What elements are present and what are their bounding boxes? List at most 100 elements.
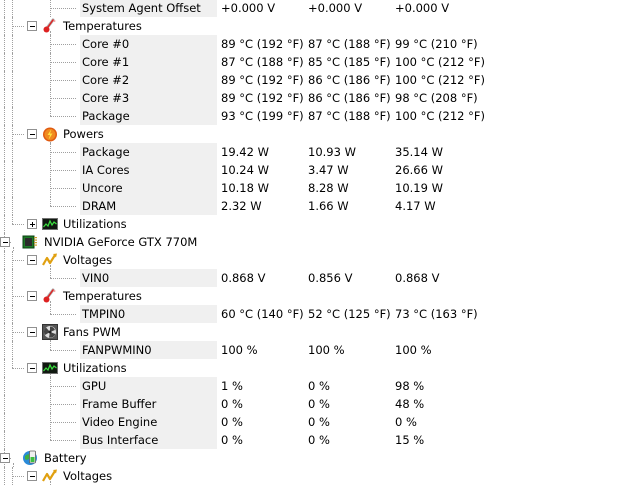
power-icon — [42, 126, 58, 142]
minimum-value: 3.47 W — [308, 163, 349, 177]
sensor-label: Video Engine — [82, 415, 158, 429]
sensor-row[interactable]: System Agent Offset +0.000 V +0.000 V +0.00… — [0, 0, 637, 17]
tree-guide-line — [50, 314, 76, 315]
maximum-value: 100 °C (212 °F) — [395, 73, 485, 87]
tree-guide-line — [12, 197, 13, 215]
tree-guide-line — [50, 278, 76, 279]
collapse-button[interactable] — [27, 129, 37, 139]
group-row[interactable]: Temperatures — [0, 17, 637, 35]
tree-guides — [0, 35, 80, 53]
group-row[interactable]: Voltages — [0, 467, 637, 485]
collapse-button[interactable] — [27, 21, 37, 31]
tree-guide-line — [12, 89, 13, 107]
sensor-label: System Agent Offset — [82, 1, 201, 15]
current-value: 10.24 W — [221, 163, 269, 177]
sensor-row[interactable]: IA Cores 10.24 W 3.47 W 26.66 W — [0, 161, 637, 179]
sensor-label: GPU — [82, 379, 107, 393]
tree-guide-line — [50, 269, 51, 278]
minimum-value: 0 % — [308, 379, 330, 393]
group-row[interactable]: Utilizations — [0, 215, 637, 233]
group-row[interactable]: Utilizations — [0, 359, 637, 377]
sensor-row[interactable]: GPU 1 % 0 % 98 % — [0, 377, 637, 395]
sensor-row[interactable]: Core #0 89 °C (192 °F) 87 °C (188 °F) 99 °C… — [0, 35, 637, 53]
tree-guide-line — [50, 386, 76, 387]
tree-guide-line — [12, 134, 24, 135]
tree-guide-line — [50, 440, 76, 441]
tree-guide-line — [50, 98, 76, 99]
group-row[interactable]: Powers — [0, 125, 637, 143]
current-value: 0 % — [221, 415, 243, 429]
device-row[interactable]: Battery — [0, 449, 637, 467]
group-row[interactable]: Temperatures — [0, 287, 637, 305]
maximum-value: 35.14 W — [395, 145, 443, 159]
tree-guide-line — [4, 143, 5, 161]
tree-guide-line — [50, 188, 76, 189]
group-label: Voltages — [63, 469, 113, 483]
current-value: 0 % — [221, 433, 243, 447]
maximum-value: 15 % — [395, 433, 425, 447]
tree-guides — [0, 341, 80, 359]
expand-button[interactable] — [27, 219, 37, 229]
tree-guide-line — [4, 0, 5, 17]
sensor-row[interactable]: DRAM 2.32 W 1.66 W 4.17 W — [0, 197, 637, 215]
minimum-value: 0 % — [308, 433, 330, 447]
tree-guides — [0, 53, 80, 71]
tree-guide-line — [4, 197, 5, 215]
sensor-row[interactable]: Uncore 10.18 W 8.28 W 10.19 W — [0, 179, 637, 197]
group-row[interactable]: Voltages — [0, 251, 637, 269]
sensor-row[interactable]: TMPIN0 60 °C (140 °F) 52 °C (125 °F) 73 °C … — [0, 305, 637, 323]
tree-guide-line — [12, 341, 13, 359]
device-row[interactable]: NVIDIA GeForce GTX 770M — [0, 233, 637, 251]
minimum-value: 85 °C (185 °F) — [308, 55, 391, 69]
sensor-label: Package — [82, 145, 130, 159]
sensor-row[interactable]: Core #1 87 °C (188 °F) 85 °C (185 °F) 100 °… — [0, 53, 637, 71]
current-value: 19.42 W — [221, 145, 269, 159]
maximum-value: 10.19 W — [395, 181, 443, 195]
maximum-value: +0.000 V — [395, 1, 450, 15]
sensor-row[interactable]: Frame Buffer 0 % 0 % 48 % — [0, 395, 637, 413]
sensor-row[interactable]: Core #3 89 °C (192 °F) 86 °C (186 °F) 98 °C… — [0, 89, 637, 107]
collapse-button[interactable] — [0, 237, 10, 247]
sensor-row[interactable]: Video Engine 0 % 0 % 0 % — [0, 413, 637, 431]
sensor-row[interactable]: Core #2 89 °C (192 °F) 86 °C (186 °F) 100 °… — [0, 71, 637, 89]
collapse-button[interactable] — [27, 471, 37, 481]
sensor-label: Package — [82, 109, 130, 123]
tree-guide-line — [12, 161, 13, 179]
group-row[interactable]: Fans PWM — [0, 323, 637, 341]
tree-guide-line — [12, 215, 13, 224]
current-value: 0 % — [221, 397, 243, 411]
tree-guide-line — [50, 170, 76, 171]
current-value: 1 % — [221, 379, 243, 393]
tree-guide-line — [12, 296, 24, 297]
group-label: Temperatures — [63, 19, 142, 33]
collapse-button[interactable] — [27, 327, 37, 337]
tree-guides — [0, 179, 80, 197]
sensor-tree[interactable]: System Agent Offset +0.000 V +0.000 V +0.00… — [0, 0, 637, 485]
tree-guides — [0, 161, 80, 179]
tree-guide-line — [4, 269, 5, 287]
current-value: 93 °C (199 °F) — [221, 109, 304, 123]
sensor-label: Core #1 — [82, 55, 130, 69]
tree-guides — [0, 305, 80, 323]
tree-guide-line — [4, 287, 5, 305]
sensor-label: Core #0 — [82, 37, 130, 51]
sensor-row[interactable]: Package 93 °C (199 °F) 87 °C (188 °F) 100 °… — [0, 107, 637, 125]
sensor-row[interactable]: FANPWMIN0 100 % 100 % 100 % — [0, 341, 637, 359]
tree-guides — [0, 269, 80, 287]
sensor-row[interactable]: VIN0 0.868 V 0.856 V 0.868 V — [0, 269, 637, 287]
tree-guide-line — [4, 377, 5, 395]
tree-guide-line — [4, 215, 5, 233]
collapse-button[interactable] — [27, 363, 37, 373]
current-value: 60 °C (140 °F) — [221, 307, 304, 321]
sensor-row[interactable]: Bus Interface 0 % 0 % 15 % — [0, 431, 637, 449]
tree-guides — [0, 0, 80, 17]
tree-guide-line — [12, 143, 13, 161]
maximum-value: 98 % — [395, 379, 425, 393]
tree-guide-line — [4, 125, 5, 143]
sensor-row[interactable]: Package 19.42 W 10.93 W 35.14 W — [0, 143, 637, 161]
collapse-button[interactable] — [27, 255, 37, 265]
collapse-button[interactable] — [27, 291, 37, 301]
tree-guide-line — [4, 359, 5, 377]
collapse-button[interactable] — [0, 453, 10, 463]
tree-guide-line — [50, 197, 51, 206]
